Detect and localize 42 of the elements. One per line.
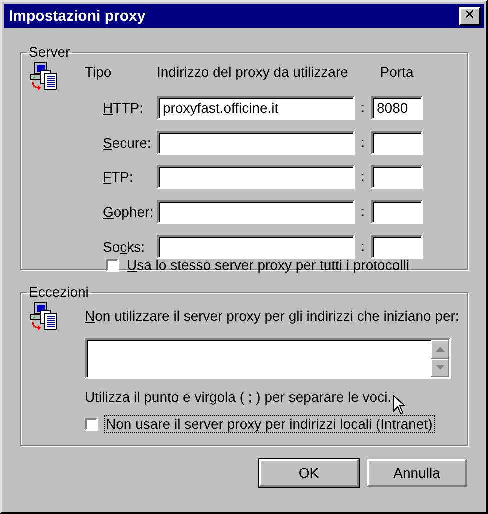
protocol-label: Socks: bbox=[102, 238, 146, 255]
port-field[interactable] bbox=[371, 200, 423, 224]
up-arrow-icon bbox=[436, 346, 444, 352]
address-field[interactable] bbox=[157, 234, 355, 259]
colon-separator: : bbox=[360, 238, 366, 255]
scroll-down-button[interactable] bbox=[431, 358, 449, 377]
group-title: Server bbox=[28, 44, 72, 60]
group-title: Eccezioni bbox=[28, 284, 90, 300]
window-title: Impostazioni proxy bbox=[9, 8, 146, 24]
exceptions-field[interactable] bbox=[85, 338, 451, 379]
mouse-cursor-icon bbox=[393, 395, 406, 415]
port-field[interactable] bbox=[371, 130, 423, 155]
address-field[interactable] bbox=[157, 200, 355, 224]
scroll-up-button[interactable] bbox=[431, 340, 449, 358]
protocol-label: HTTP: bbox=[102, 100, 144, 116]
port-field[interactable] bbox=[371, 234, 423, 259]
exceptions-prompt: Non utilizzare il server proxy per gli indirizzi che iniziano per: bbox=[85, 308, 460, 324]
address-field[interactable] bbox=[157, 165, 355, 190]
scrollbar[interactable] bbox=[431, 340, 449, 377]
colon-separator: : bbox=[360, 100, 366, 116]
dialog-button[interactable]: OK bbox=[259, 459, 359, 487]
column-header: Tipo bbox=[85, 64, 112, 82]
column-header: Porta bbox=[380, 64, 414, 82]
protocol-label: FTP: bbox=[102, 169, 134, 186]
port-field[interactable]: 8080 bbox=[371, 96, 423, 120]
dialog-button[interactable]: Annulla bbox=[367, 459, 467, 487]
checkbox[interactable] bbox=[106, 258, 119, 272]
hint-text: Utilizza il punto e virgola ( ; ) per separare le voci. bbox=[85, 389, 393, 405]
port-field[interactable] bbox=[371, 165, 423, 190]
protocol-label: Secure: bbox=[102, 134, 152, 151]
colon-separator: : bbox=[360, 204, 366, 220]
checkbox-label[interactable]: Non usare il server proxy per indirizzi locali (Intranet) bbox=[104, 415, 435, 433]
close-button[interactable]: ✕ bbox=[459, 6, 481, 26]
colon-separator: : bbox=[360, 134, 366, 151]
checkbox[interactable] bbox=[85, 418, 98, 430]
address-field[interactable] bbox=[157, 130, 355, 155]
colon-separator: : bbox=[360, 169, 366, 186]
down-arrow-icon bbox=[436, 365, 444, 370]
checkbox-label[interactable]: Usa lo stesso server proxy per tutti i protocolli bbox=[125, 256, 412, 274]
address-field[interactable]: proxyfast.officine.it bbox=[157, 96, 355, 120]
column-header: Indirizzo del proxy da utilizzare bbox=[157, 64, 350, 82]
protocol-label: Gopher: bbox=[102, 204, 155, 220]
